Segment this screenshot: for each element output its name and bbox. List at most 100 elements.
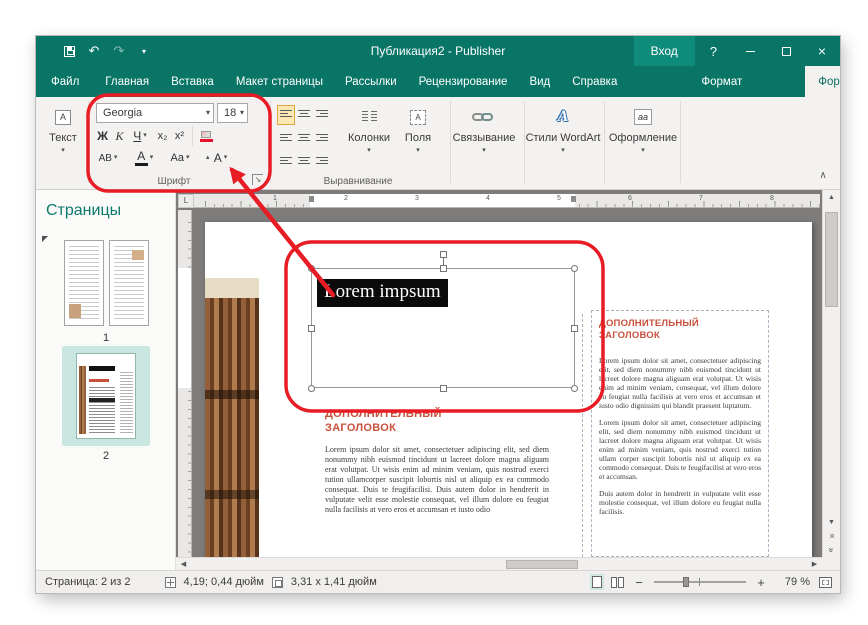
bold-button[interactable]: Ж [94, 126, 111, 146]
margins-icon: A [410, 110, 426, 125]
save-button[interactable] [60, 42, 78, 60]
help-button[interactable]: ? [695, 36, 732, 66]
customize-qat-button[interactable]: ▾ [135, 42, 153, 60]
horizontal-scrollbar[interactable]: ◀ ▶ [176, 557, 822, 570]
vertical-ruler[interactable] [178, 210, 192, 557]
canvas-workspace[interactable]: Lorem impsum ДОПОЛНИТЕЛЬНЫЙ ЗАГОЛОВОК Lo… [176, 190, 822, 557]
handle-bottom-left[interactable] [308, 385, 315, 392]
zoom-out-button[interactable]: − [633, 575, 645, 590]
horizontal-scroll-thumb[interactable] [506, 560, 578, 569]
left-column-heading[interactable]: ДОПОЛНИТЕЛЬНЫЙ ЗАГОЛОВОК [325, 407, 480, 435]
tab-view[interactable]: Вид [518, 66, 561, 97]
tab-insert[interactable]: Вставка [160, 66, 225, 97]
handle-top-right[interactable] [571, 265, 578, 272]
font-color-button[interactable]: А ▾ [130, 148, 158, 168]
grow-font-button[interactable]: ▲ А ▾ [202, 148, 230, 168]
two-page-view-button[interactable] [611, 577, 624, 588]
indent-marker-left[interactable] [309, 196, 314, 202]
chevron-down-icon: ▾ [482, 148, 486, 154]
superscript-button[interactable]: x² [171, 126, 188, 146]
scroll-up-button[interactable]: ▲ [823, 190, 840, 204]
align-top-center-button[interactable] [295, 105, 313, 125]
align-bottom-right-button[interactable] [313, 149, 331, 169]
italic-button[interactable]: К [111, 126, 128, 146]
ruler-origin-selector[interactable]: L [178, 194, 194, 208]
undo-button[interactable]: ↶ [85, 42, 103, 60]
collapse-ribbon-button[interactable]: ∧ [814, 169, 832, 185]
font-size-value: 18 [224, 107, 236, 119]
align-top-left-button[interactable] [277, 105, 295, 125]
linking-button[interactable]: Связывание ▾ [448, 100, 520, 182]
align-middle-center-button[interactable] [295, 127, 313, 147]
handle-middle-right[interactable] [571, 325, 578, 332]
indent-marker-right[interactable] [571, 196, 576, 202]
tab-page-design[interactable]: Макет страницы [225, 66, 334, 97]
single-page-view-button[interactable] [592, 576, 602, 588]
publisher-window: ↶ ↷ ▾ Публикация2 - Publisher Вход ? × Ф… [36, 36, 840, 593]
sign-in-button[interactable]: Вход [634, 36, 695, 66]
redo-button[interactable]: ↷ [110, 42, 128, 60]
scroll-right-button[interactable]: ▶ [807, 558, 822, 570]
highlight-color-button[interactable] [196, 126, 216, 146]
zoom-in-button[interactable]: + [755, 575, 767, 590]
next-page-button[interactable]: » [823, 543, 840, 557]
tab-file[interactable]: Файл [36, 66, 94, 97]
font-size-combobox[interactable]: 18 ▾ [217, 103, 248, 123]
text-group-button[interactable]: A Текст ▾ [40, 100, 86, 182]
right-column-body-text[interactable]: Lorem ipsum dolor sit amet, consectetuer… [599, 356, 761, 524]
align-middle-right-button[interactable] [313, 127, 331, 147]
font-dialog-launcher[interactable]: ↘ [252, 174, 263, 185]
handle-top-left[interactable] [308, 265, 315, 272]
close-button[interactable]: × [804, 36, 840, 66]
subscript-button[interactable]: x₂ [154, 126, 171, 146]
vertical-scrollbar[interactable]: ▲ ▼ » » [822, 190, 840, 557]
minimize-button[interactable] [732, 36, 768, 66]
typography-button[interactable]: аа Оформление ▾ [610, 100, 676, 182]
underline-button[interactable]: Ч ▾ [128, 126, 152, 146]
change-case-button[interactable]: Аа ▾ [166, 148, 194, 168]
handle-top-center[interactable] [440, 265, 447, 272]
zoom-slider-thumb[interactable] [683, 577, 689, 587]
tab-format-textbox-active[interactable]: Формат [805, 66, 840, 97]
handle-bottom-center[interactable] [440, 385, 447, 392]
left-column-body-text[interactable]: Lorem ipsum dolor sit amet, consectetuer… [325, 445, 549, 515]
double-chevron-down-icon: » [826, 547, 836, 552]
tab-format-drawing[interactable]: Формат [692, 66, 751, 97]
align-bottom-left-button[interactable] [277, 149, 295, 169]
arrow-left-icon: ◀ [181, 560, 186, 568]
horizontal-ruler[interactable]: 1 2 3 4 5 6 7 8 [194, 194, 820, 208]
maximize-button[interactable] [768, 36, 804, 66]
margins-button[interactable]: A Поля ▾ [398, 100, 438, 182]
page-2-thumbnail-selected[interactable] [62, 346, 150, 446]
status-left: Страница: 2 из 2 4,19; 0,44 дюйм 3,31 x … [36, 576, 377, 588]
vertical-scroll-thumb[interactable] [825, 212, 838, 307]
zoom-slider[interactable] [654, 576, 746, 588]
bookshelf-photo[interactable] [205, 278, 259, 557]
page-1-thumbnail[interactable] [58, 240, 154, 328]
tab-home[interactable]: Главная [94, 66, 160, 97]
collapse-panel-icon[interactable] [42, 236, 48, 242]
fit-page-button[interactable] [819, 577, 832, 588]
selected-text-highlighted[interactable]: Lorem impsum [317, 279, 448, 307]
handle-bottom-right[interactable] [571, 385, 578, 392]
publication-page[interactable]: Lorem impsum ДОПОЛНИТЕЛЬНЫЙ ЗАГОЛОВОК Lo… [205, 222, 812, 557]
page-indicator[interactable]: Страница: 2 из 2 [45, 576, 131, 588]
right-column-heading[interactable]: ДОПОЛНИТЕЛЬНЫЙ ЗАГОЛОВОК [599, 318, 754, 342]
font-name-combobox[interactable]: Georgia ▾ [96, 103, 214, 123]
zoom-percentage[interactable]: 79 % [776, 576, 810, 588]
tab-review[interactable]: Рецензирование [408, 66, 519, 97]
align-bottom-center-button[interactable] [295, 149, 313, 169]
align-middle-left-button[interactable] [277, 127, 295, 147]
wordart-styles-button[interactable]: А Стили WordArt ▾ [526, 100, 600, 182]
previous-page-button[interactable]: » [823, 529, 840, 543]
columns-button[interactable]: Колонки ▾ [345, 100, 393, 182]
align-top-right-button[interactable] [313, 105, 331, 125]
handle-middle-left[interactable] [308, 325, 315, 332]
rotate-handle[interactable] [440, 251, 447, 258]
chevron-down-icon: ▾ [61, 148, 65, 154]
scroll-left-button[interactable]: ◀ [176, 558, 191, 570]
scroll-down-button[interactable]: ▼ [823, 515, 840, 529]
character-spacing-button[interactable]: АВ ▾ [94, 148, 122, 168]
tab-help[interactable]: Справка [561, 66, 628, 97]
tab-mailings[interactable]: Рассылки [334, 66, 408, 97]
